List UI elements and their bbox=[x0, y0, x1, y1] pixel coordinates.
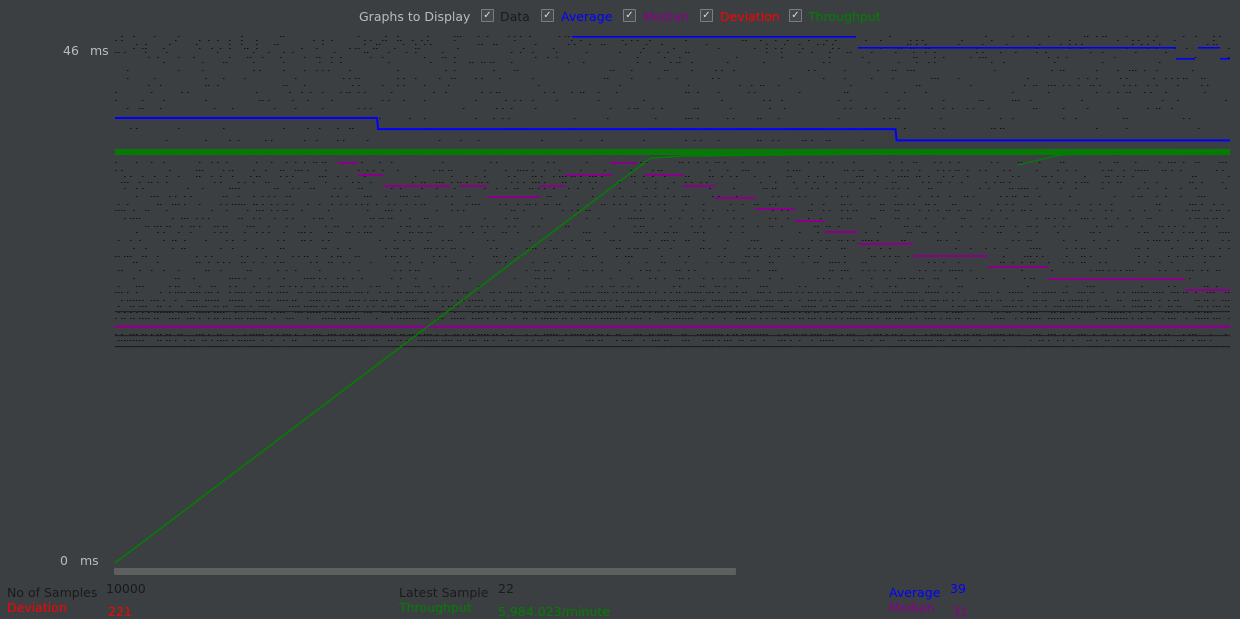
median-step bbox=[487, 196, 540, 198]
data-point-row bbox=[115, 346, 1230, 348]
median-step bbox=[683, 185, 715, 187]
throughput-stat-label: Throughput bbox=[399, 600, 472, 615]
median-step bbox=[338, 162, 358, 164]
deviation-value: 221 bbox=[108, 604, 132, 619]
median-stat-label: Median bbox=[889, 600, 935, 615]
throughput-layer bbox=[114, 149, 1231, 564]
data-points bbox=[115, 36, 1230, 347]
median-step bbox=[1048, 278, 1185, 280]
latest-sample-value: 22 bbox=[498, 581, 514, 596]
median-step bbox=[565, 174, 612, 176]
median-step bbox=[540, 185, 565, 187]
median-step bbox=[795, 220, 825, 222]
throughput-value: 5,984.023/minute bbox=[498, 604, 610, 619]
median-step bbox=[610, 162, 637, 164]
average-line bbox=[115, 117, 1230, 142]
median-step bbox=[858, 243, 913, 245]
graph-scrollbar[interactable] bbox=[114, 568, 736, 575]
data-point-row bbox=[115, 335, 1230, 337]
median-step bbox=[460, 185, 487, 187]
average-value: 39 bbox=[950, 581, 966, 596]
median-step bbox=[715, 197, 755, 199]
samples-value: 10000 bbox=[106, 581, 146, 596]
response-time-graph bbox=[114, 36, 1231, 564]
data-points-layer bbox=[115, 36, 1230, 348]
samples-label: No of Samples bbox=[7, 585, 98, 600]
median-step bbox=[825, 231, 858, 233]
median-step bbox=[645, 174, 683, 176]
average-segment bbox=[1220, 58, 1230, 60]
average-segment bbox=[572, 36, 856, 38]
throughput-line bbox=[114, 149, 1231, 564]
average-segment bbox=[858, 47, 1176, 49]
data-point-row bbox=[115, 311, 1230, 313]
median-value: 31 bbox=[952, 604, 968, 619]
median-step bbox=[383, 185, 450, 187]
latest-sample-label: Latest Sample bbox=[399, 585, 489, 600]
average-segment bbox=[1176, 58, 1195, 60]
deviation-stat-label: Deviation bbox=[7, 600, 67, 615]
average-layer bbox=[115, 36, 1230, 142]
median-step bbox=[358, 174, 383, 176]
average-stat-label: Average bbox=[889, 585, 941, 600]
average-segment bbox=[1198, 47, 1220, 49]
median-step bbox=[1185, 289, 1230, 291]
median-step bbox=[913, 255, 988, 257]
median-layer bbox=[115, 162, 1230, 328]
median-step bbox=[755, 208, 795, 210]
median-step bbox=[988, 266, 1048, 268]
